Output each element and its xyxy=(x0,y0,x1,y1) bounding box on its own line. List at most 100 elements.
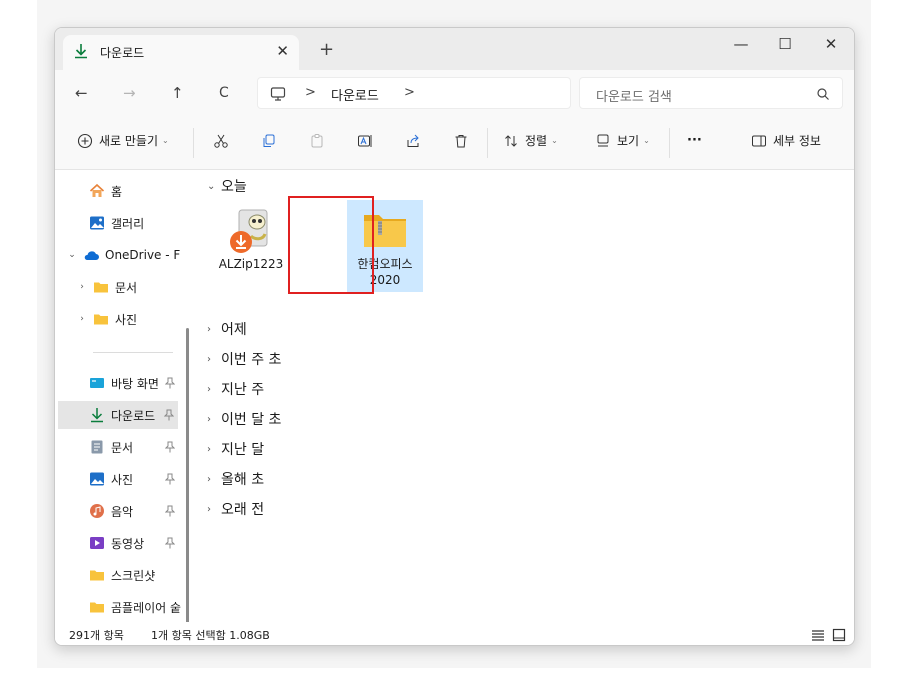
search-placeholder: 다운로드 검색 xyxy=(596,90,672,105)
maximize-button[interactable]: ☐ xyxy=(765,34,805,54)
status-bar: 291개 항목 1개 항목 선택함 1.08GB xyxy=(55,622,854,645)
file-item-alzip[interactable]: ALZip1223 xyxy=(213,200,289,292)
new-button[interactable]: 새로 만들기 ⌄ xyxy=(77,133,169,149)
toolbar-divider xyxy=(669,128,670,158)
tab-close-button[interactable]: ✕ xyxy=(276,42,289,60)
group-header-last-week[interactable]: › 지난 주 xyxy=(207,379,264,399)
breadcrumb-separator-end[interactable]: > xyxy=(404,85,415,100)
back-button[interactable]: ← xyxy=(75,84,88,102)
home-icon xyxy=(89,183,105,197)
sidebar-item-label: 스크린샷 xyxy=(111,568,156,583)
more-options-button[interactable]: ··· xyxy=(687,133,702,149)
sidebar-item-gomplayer[interactable]: 곰플레이어 숱 xyxy=(55,593,182,621)
chevron-right-icon: › xyxy=(207,413,211,425)
sort-button[interactable]: 정렬 ⌄ xyxy=(503,133,558,149)
group-header-label: 이번 주 초 xyxy=(221,352,282,368)
plus-circle-icon xyxy=(77,133,93,149)
details-pane-label: 세부 정보 xyxy=(773,134,821,148)
group-header-label: 이번 달 초 xyxy=(221,412,282,428)
sidebar-item-documents[interactable]: 문서 xyxy=(55,433,179,461)
sidebar-item-onedrive[interactable]: ⌄ OneDrive - F xyxy=(55,241,181,269)
rename-button[interactable] xyxy=(357,133,373,149)
up-button[interactable]: ↑ xyxy=(171,84,184,102)
pin-icon xyxy=(165,441,175,453)
view-icon xyxy=(597,134,609,147)
folder-icon xyxy=(94,282,108,293)
tab-downloads[interactable]: 다운로드 ✕ xyxy=(63,35,299,70)
group-header-today[interactable]: ⌄ 오늘 xyxy=(207,176,247,196)
desktop-icon xyxy=(90,378,104,388)
group-header-yesterday[interactable]: › 어제 xyxy=(207,319,247,339)
installer-icon xyxy=(230,209,268,253)
details-pane-button[interactable]: 세부 정보 xyxy=(751,133,821,149)
cut-button[interactable] xyxy=(213,133,229,149)
sidebar-item-label: 음악 xyxy=(111,504,134,519)
group-header-label: 올해 초 xyxy=(221,472,265,488)
sidebar-item-label: 동영상 xyxy=(111,536,145,551)
minimize-button[interactable]: — xyxy=(721,34,761,54)
sidebar-item-videos[interactable]: 동영상 xyxy=(55,529,179,557)
group-header-label: 오래 전 xyxy=(221,502,265,518)
rename-icon xyxy=(358,135,372,147)
tiles-view-icon[interactable] xyxy=(832,628,846,642)
copy-button[interactable] xyxy=(261,133,277,149)
scissors-icon xyxy=(214,134,228,148)
refresh-button[interactable]: C xyxy=(219,84,229,102)
address-box[interactable]: > 다운로드 > xyxy=(257,77,571,109)
sidebar-item-pictures[interactable]: 사진 xyxy=(55,465,179,493)
chevron-right-icon: › xyxy=(207,323,211,335)
forward-button[interactable]: → xyxy=(123,84,136,102)
chevron-down-icon: ⌄ xyxy=(207,180,216,192)
close-window-button[interactable]: ✕ xyxy=(811,34,851,54)
sidebar-item-label: OneDrive - F xyxy=(105,248,181,262)
group-header-last-month[interactable]: › 지난 달 xyxy=(207,439,264,459)
sidebar-scrollbar[interactable] xyxy=(186,328,189,622)
sidebar-item-onedrive-pictures[interactable]: › 사진 xyxy=(55,305,179,333)
sidebar-divider xyxy=(93,352,173,353)
group-header-this-year[interactable]: › 올해 초 xyxy=(207,469,264,489)
file-explorer-window: 다운로드 ✕ + — ☐ ✕ ← → ↑ C > 다운로드 > 다운로드 검색 … xyxy=(54,27,855,646)
sidebar-item-downloads[interactable]: 다운로드 xyxy=(58,401,178,429)
chevron-down-icon[interactable]: ⌄ xyxy=(61,250,83,260)
chevron-right-icon: › xyxy=(207,383,211,395)
group-header-this-month[interactable]: › 이번 달 초 xyxy=(207,409,281,429)
folder-icon xyxy=(90,602,104,613)
paste-button[interactable] xyxy=(309,133,325,149)
sidebar-item-onedrive-documents[interactable]: › 문서 xyxy=(55,273,179,301)
file-name: ALZip1223 xyxy=(218,257,284,271)
video-icon xyxy=(90,537,104,549)
music-icon xyxy=(90,504,104,518)
tab-title: 다운로드 xyxy=(100,46,145,60)
clipboard-icon xyxy=(311,134,323,148)
breadcrumb-downloads[interactable]: 다운로드 xyxy=(331,85,379,104)
command-bar: 새로 만들기 ⌄ 정렬 ⌄ 보기 ⌄ ··· 세부 정보 xyxy=(55,116,854,170)
view-button[interactable]: 보기 ⌄ xyxy=(595,133,650,149)
chevron-right-icon[interactable]: › xyxy=(71,314,93,324)
pin-icon xyxy=(164,409,174,421)
sidebar-item-screenshots[interactable]: 스크린샷 xyxy=(55,561,179,589)
monitor-icon xyxy=(270,87,286,101)
breadcrumb-separator: > xyxy=(305,85,316,100)
sidebar-item-gallery[interactable]: 갤러리 xyxy=(55,209,179,237)
group-header-long-ago[interactable]: › 오래 전 xyxy=(207,499,264,519)
share-button[interactable] xyxy=(405,133,421,149)
new-tab-button[interactable]: + xyxy=(319,40,334,60)
address-bar-row: ← → ↑ C > 다운로드 > 다운로드 검색 xyxy=(55,70,854,116)
delete-button[interactable] xyxy=(453,133,469,149)
sort-icon xyxy=(505,135,517,147)
chevron-down-icon: ⌄ xyxy=(551,136,558,145)
view-button-label: 보기 xyxy=(617,134,640,148)
sidebar-item-label: 문서 xyxy=(111,440,134,455)
sidebar-item-home[interactable]: 홈 xyxy=(55,177,179,205)
trash-icon xyxy=(455,135,467,148)
sidebar-item-label: 곰플레이어 숱 xyxy=(111,600,182,615)
download-icon xyxy=(75,44,87,59)
group-header-this-week[interactable]: › 이번 주 초 xyxy=(207,349,281,369)
sidebar-item-label: 사진 xyxy=(115,312,138,327)
chevron-right-icon[interactable]: › xyxy=(71,282,93,292)
search-box[interactable]: 다운로드 검색 xyxy=(579,77,843,109)
details-view-icon[interactable] xyxy=(811,628,825,642)
sidebar-item-music[interactable]: 음악 xyxy=(55,497,179,525)
sidebar-item-desktop[interactable]: 바탕 화면 xyxy=(55,369,179,397)
group-header-label: 어제 xyxy=(221,322,247,338)
